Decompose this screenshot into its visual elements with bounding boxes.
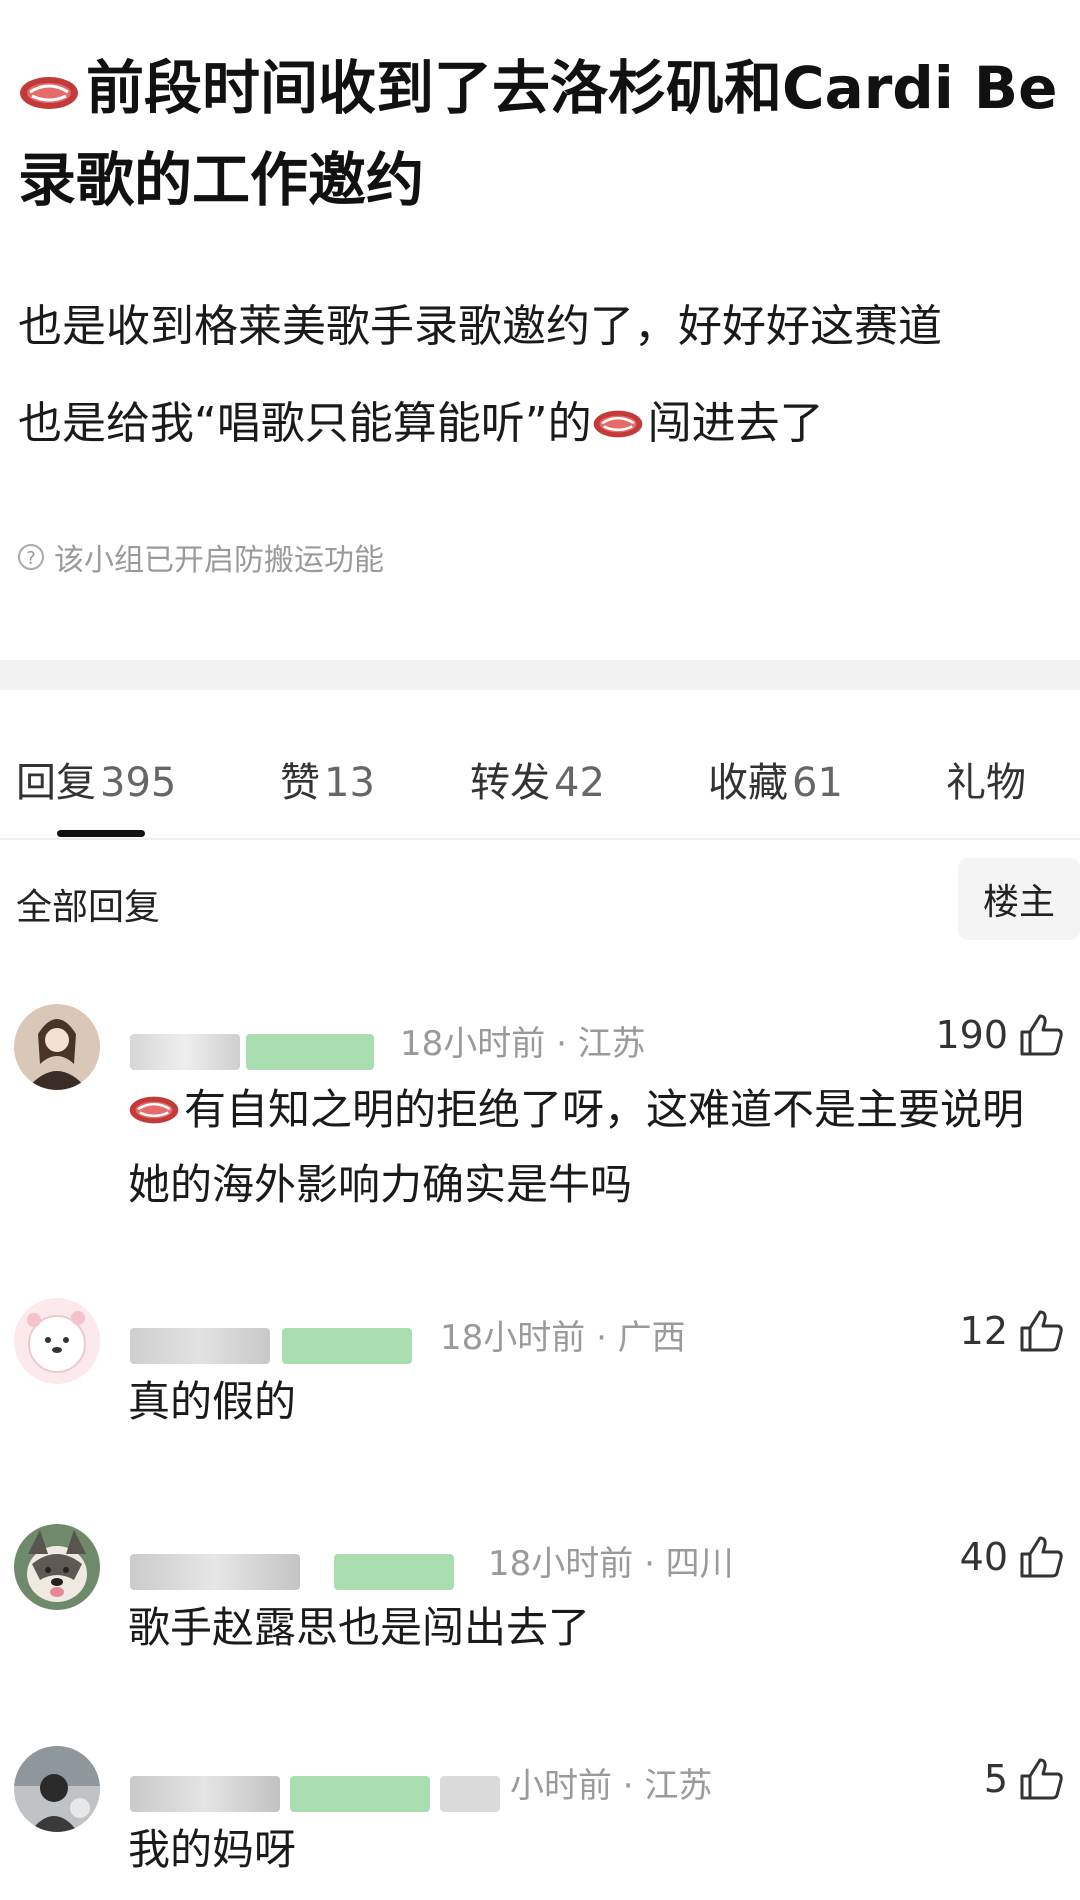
- post-body-line: 也是收到格莱美歌手录歌邀约了，好好好这赛道: [18, 301, 942, 352]
- user-tag-masked: [246, 1034, 374, 1070]
- like-count: 190: [935, 1013, 1008, 1057]
- op-only-button[interactable]: 楼主: [958, 858, 1080, 940]
- like-count: 40: [959, 1535, 1008, 1579]
- comment-meta: 18小时前 · 四川: [488, 1544, 734, 1584]
- post-body-text: 也是给我“唱歌只能算能听”的: [18, 398, 592, 449]
- avatar[interactable]: [14, 1746, 100, 1832]
- like-count: 12: [959, 1309, 1008, 1353]
- user-tag-masked: [334, 1554, 454, 1590]
- like-button[interactable]: 12: [960, 1306, 1066, 1356]
- active-tab-indicator: [57, 830, 145, 837]
- tab-likes[interactable]: 赞 13: [280, 750, 375, 808]
- comment-meta: 小时前 · 江苏: [510, 1766, 713, 1806]
- comment-text: 歌手赵露思也是闯出去了: [128, 1603, 591, 1652]
- username-masked[interactable]: [130, 1034, 240, 1070]
- post-title: 前段时间收到了去洛杉矶和Cardi Be录歌的工作邀约: [18, 42, 1058, 226]
- tab-gifts[interactable]: 礼物: [946, 750, 1030, 808]
- post: 前段时间收到了去洛杉矶和Cardi Be录歌的工作邀约 也是收到格莱美歌手录歌邀…: [0, 0, 1080, 660]
- comment-text: 我的妈呀: [128, 1825, 297, 1874]
- comment-text: 有自知之明的拒绝了呀，这难道不是主要说明她的海外影响力确实是牛吗: [128, 1072, 1058, 1222]
- like-button[interactable]: 190: [935, 1010, 1066, 1060]
- username-masked[interactable]: [130, 1328, 270, 1364]
- username-masked[interactable]: [130, 1554, 300, 1590]
- user-tag-masked: [282, 1328, 412, 1364]
- post-body: 也是收到格莱美歌手录歌邀约了，好好好这赛道 也是给我“唱歌只能算能听”的 闯进去…: [18, 278, 1068, 472]
- tab-favorites[interactable]: 收藏 61: [708, 750, 843, 808]
- post-body-text: 闯进去了: [647, 398, 824, 449]
- comment-text: 真的假的: [128, 1377, 297, 1426]
- thumbs-up-icon: [1020, 1014, 1063, 1056]
- thumbs-up-icon: [1020, 1536, 1063, 1578]
- comment-meta: 18小时前 · 广西: [440, 1318, 686, 1358]
- thumbs-up-icon: [1020, 1310, 1063, 1352]
- tab-divider: [0, 838, 1080, 840]
- like-button[interactable]: 40: [960, 1532, 1066, 1582]
- steak-emoji-icon: [593, 410, 642, 438]
- avatar[interactable]: [14, 1524, 100, 1610]
- steak-emoji-icon: [20, 77, 78, 109]
- user-tag-masked: [290, 1776, 430, 1812]
- avatar[interactable]: [14, 1298, 100, 1384]
- tab-reposts[interactable]: 转发 42: [470, 750, 605, 808]
- post-body-line: 也是给我“唱歌只能算能听”的 闯进去了: [18, 375, 1068, 472]
- tab-replies[interactable]: 回复 395: [16, 750, 176, 808]
- anti-repost-notice: ? 该小组已开启防搬运功能: [18, 535, 384, 579]
- time-masked: [440, 1776, 500, 1812]
- comment-text-content: 有自知之明的拒绝了呀，这难道不是主要说明她的海外影响力确实是牛吗: [128, 1085, 1025, 1209]
- thumbs-up-icon: [1020, 1758, 1063, 1800]
- like-count: 5: [983, 1757, 1008, 1801]
- all-replies-label: 全部回复: [16, 887, 161, 928]
- comment-meta: 18小时前 · 江苏: [400, 1024, 646, 1064]
- question-circle-icon: ?: [18, 544, 44, 570]
- like-button[interactable]: 5: [984, 1754, 1066, 1804]
- interaction-tabs: 回复 395 赞 13 转发 42 收藏 61 礼物: [0, 690, 1080, 840]
- section-divider: [0, 660, 1080, 690]
- steak-emoji-icon: [129, 1096, 179, 1124]
- post-title-text: 前段时间收到了去洛杉矶和Cardi Be录歌的工作邀约: [18, 54, 1058, 214]
- notice-text: 该小组已开启防搬运功能: [54, 543, 384, 578]
- username-masked[interactable]: [130, 1776, 280, 1812]
- avatar[interactable]: [14, 1004, 100, 1090]
